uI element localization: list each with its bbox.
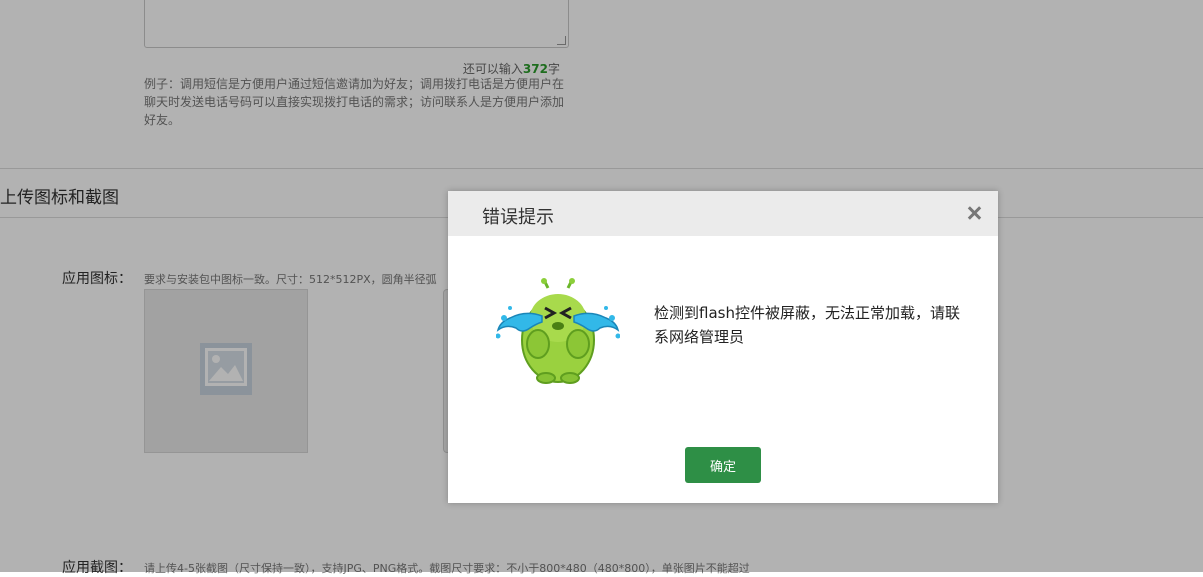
- crying-mascot-icon: [496, 278, 620, 384]
- dialog-header: 错误提示: [448, 191, 998, 236]
- dialog-message: 检测到flash控件被屏蔽，无法正常加载，请联系网络管理员: [654, 304, 960, 346]
- error-dialog: 错误提示 检测到flash控件被屏蔽，无法正常加载，请联系网络管理员 确定: [448, 191, 998, 503]
- confirm-button[interactable]: 确定: [685, 447, 761, 483]
- close-icon[interactable]: [964, 203, 984, 223]
- dialog-title: 错误提示: [482, 207, 554, 228]
